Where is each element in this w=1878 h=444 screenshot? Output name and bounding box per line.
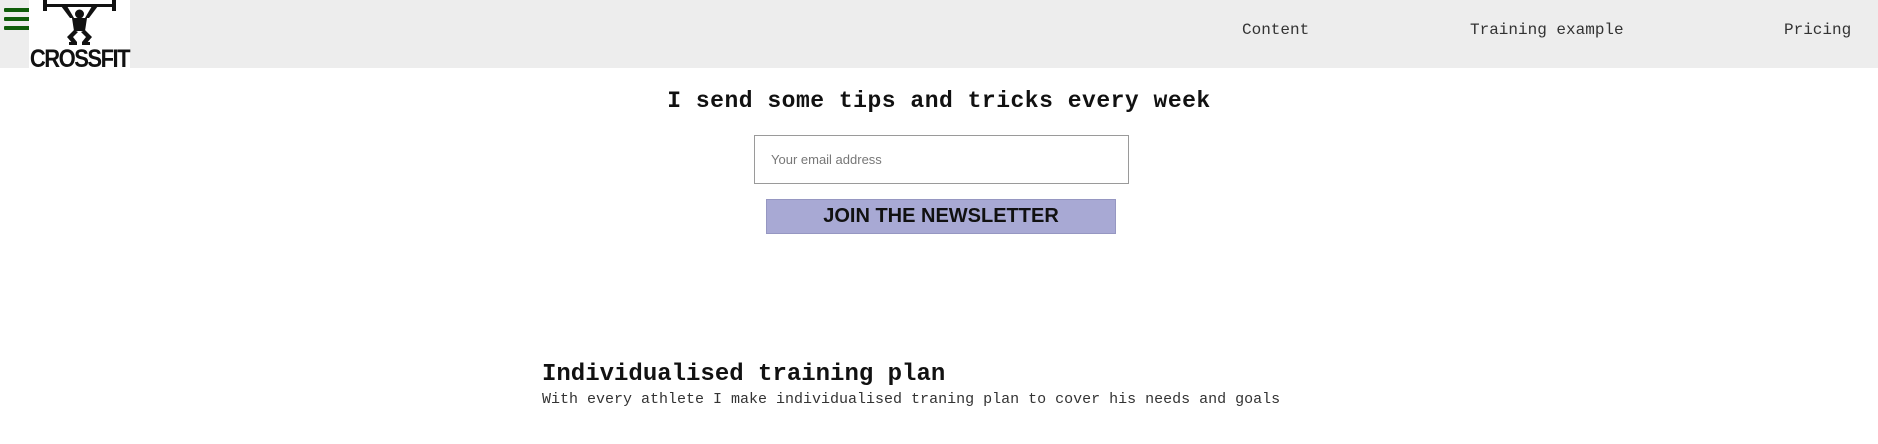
feature-title: Individualised training plan [542, 361, 946, 388]
newsletter-headline: I send some tips and tricks every week [667, 88, 1211, 114]
nav-link-pricing[interactable]: Pricing [1784, 21, 1851, 39]
crossfit-logo[interactable]: CROSSFIT [29, 0, 131, 73]
email-input[interactable] [754, 135, 1129, 184]
weightlifter-icon [43, 0, 116, 45]
hamburger-menu-icon[interactable] [4, 8, 30, 30]
join-newsletter-button[interactable]: JOIN THE NEWSLETTER [766, 199, 1116, 234]
nav-link-training-example[interactable]: Training example [1470, 21, 1624, 39]
feature-description: With every athlete I make individualised… [542, 391, 1281, 408]
nav-link-content[interactable]: Content [1242, 21, 1309, 39]
top-navigation-bar: CROSSFIT Content Training example Pricin… [0, 0, 1878, 73]
logo-text: CROSSFIT [29, 44, 131, 73]
